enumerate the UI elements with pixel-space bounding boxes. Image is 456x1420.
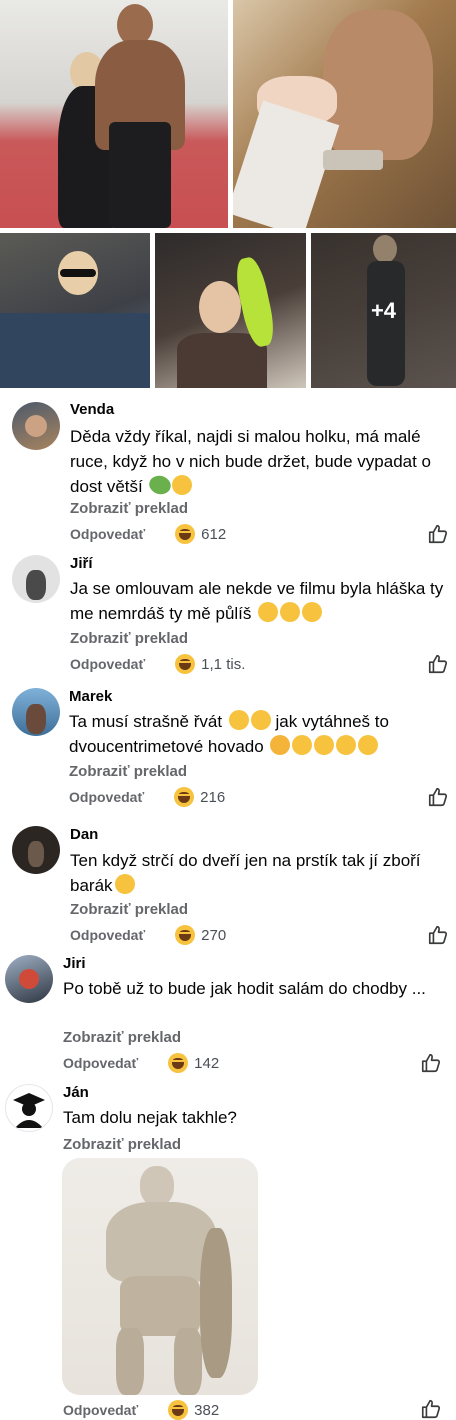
large-hand: [323, 10, 433, 160]
jeans: [0, 313, 150, 388]
laughing-face-icon: [175, 925, 196, 945]
reaction-summary[interactable]: 382: [168, 1400, 219, 1420]
comment-actions: Odpovedať 1,1 tis.: [70, 651, 245, 677]
laughing-face-icon: [174, 787, 195, 807]
photo-gallery: +4: [0, 0, 456, 388]
reaction-summary[interactable]: 216: [174, 787, 225, 807]
thumbs-up-outline-icon[interactable]: [427, 653, 449, 675]
see-translation-link[interactable]: Zobraziť preklad: [69, 763, 187, 780]
comment-author[interactable]: Ján: [63, 1084, 89, 1101]
rofl-emoji-icon: [258, 602, 279, 622]
rofl-emoji-icon: [250, 710, 271, 730]
reaction-count: 270: [201, 926, 227, 944]
statue-hips: [120, 1276, 200, 1336]
gallery-photo-4[interactable]: [155, 233, 306, 388]
comment-actions: Odpovedať 216: [69, 784, 225, 810]
comment-text: Ten když strčí do dveří jen na prstík ta…: [70, 851, 421, 895]
reply-button[interactable]: Odpovedať: [63, 1055, 138, 1071]
avatar[interactable]: [12, 688, 60, 736]
laughing-face-icon: [168, 1053, 189, 1073]
comment-actions: Odpovedať 270: [70, 922, 226, 948]
reply-button[interactable]: Odpovedať: [63, 1402, 138, 1418]
laughing-face-icon: [168, 1400, 189, 1420]
avatar[interactable]: [5, 955, 53, 1003]
reaction-count: 612: [201, 525, 227, 543]
rofl-emoji-icon: [336, 735, 357, 755]
laughing-face-icon: [175, 654, 196, 674]
cucumber-emoji-icon: [145, 471, 174, 499]
comment-attached-image[interactable]: [62, 1158, 258, 1395]
reaction-count: 382: [194, 1401, 220, 1419]
more-photos-count: +4: [370, 297, 397, 323]
gallery-photo-2[interactable]: [233, 0, 456, 228]
gallery-photo-5[interactable]: +4: [311, 233, 456, 388]
statue-club: [200, 1228, 232, 1378]
avatar[interactable]: [12, 826, 60, 874]
see-translation-link[interactable]: Zobraziť preklad: [70, 500, 188, 517]
comment-author[interactable]: Jiri: [63, 955, 86, 972]
see-translation-link[interactable]: Zobraziť preklad: [70, 901, 188, 918]
woman-face: [199, 281, 241, 333]
comment-text: Tam dolu nejak takhle?: [63, 1108, 237, 1127]
gallery-photo-1[interactable]: [0, 0, 228, 228]
comment-author[interactable]: Dan: [70, 826, 98, 843]
reaction-summary[interactable]: 270: [175, 925, 226, 945]
comment-text: Ja se omlouvam ale nekde ve filmu byla h…: [70, 579, 444, 623]
reply-button[interactable]: Odpovedať: [70, 927, 145, 943]
mortarboard-person-icon: [13, 1093, 45, 1128]
rofl-emoji-icon: [358, 735, 379, 755]
reply-button[interactable]: Odpovedať: [69, 789, 144, 805]
avatar[interactable]: [12, 555, 60, 603]
thumbs-up-outline-icon[interactable]: [420, 1052, 442, 1074]
rofl-emoji-icon: [114, 874, 135, 894]
rofl-emoji-icon: [280, 602, 301, 622]
see-translation-link[interactable]: Zobraziť preklad: [70, 630, 188, 647]
comment-text: Ta musí strašně řvát jak vytáhneš to dvou…: [69, 710, 389, 756]
reaction-count: 142: [194, 1054, 220, 1072]
comment-author[interactable]: Marek: [69, 688, 112, 705]
laughing-face-icon: [175, 524, 196, 544]
thumbs-up-outline-icon[interactable]: [427, 523, 449, 545]
rofl-emoji-icon: [314, 735, 335, 755]
comment-actions: Odpovedať 612: [70, 521, 226, 547]
thumbs-up-outline-icon[interactable]: [420, 1398, 442, 1420]
watch: [323, 150, 383, 170]
rofl-emoji-icon: [292, 735, 313, 755]
screaming-face-emoji-icon: [270, 735, 291, 755]
see-translation-link[interactable]: Zobraziť preklad: [63, 1029, 181, 1046]
man-figure: [95, 4, 185, 228]
comment-text: Děda vždy říkal, najdi si malou holku, m…: [70, 424, 444, 499]
statue-leg-right: [174, 1328, 202, 1395]
reply-button[interactable]: Odpovedať: [70, 526, 145, 542]
comment-actions: Odpovedať 382: [63, 1397, 219, 1420]
thumbs-up-outline-icon[interactable]: [427, 786, 449, 808]
comment-author[interactable]: Venda: [70, 401, 114, 418]
more-photos-overlay[interactable]: +4: [311, 233, 456, 388]
see-translation-link[interactable]: Zobraziť preklad: [63, 1136, 181, 1153]
statue-torso: [106, 1202, 216, 1282]
grinning-squint-emoji-icon: [171, 475, 192, 495]
grinning-face-emoji-icon: [228, 710, 249, 730]
reaction-summary[interactable]: 1,1 tis.: [175, 654, 245, 674]
comment-text: Po tobě už to bude jak hodit salám do ch…: [63, 979, 426, 998]
comment-author[interactable]: Jiří: [70, 555, 93, 572]
statue-leg-left: [116, 1328, 144, 1395]
avatar[interactable]: [12, 402, 60, 450]
gallery-photo-3[interactable]: [0, 233, 150, 388]
statue-head: [140, 1166, 174, 1206]
comment-actions: Odpovedať 142: [63, 1050, 219, 1076]
reaction-summary[interactable]: 612: [175, 524, 226, 544]
reaction-count: 1,1 tis.: [201, 655, 246, 673]
thumbs-up-outline-icon[interactable]: [427, 924, 449, 946]
reaction-summary[interactable]: 142: [168, 1053, 219, 1073]
rofl-emoji-icon: [302, 602, 323, 622]
reply-button[interactable]: Odpovedať: [70, 656, 145, 672]
avatar[interactable]: [5, 1084, 53, 1132]
sunglasses: [60, 269, 96, 277]
reaction-count: 216: [200, 788, 226, 806]
